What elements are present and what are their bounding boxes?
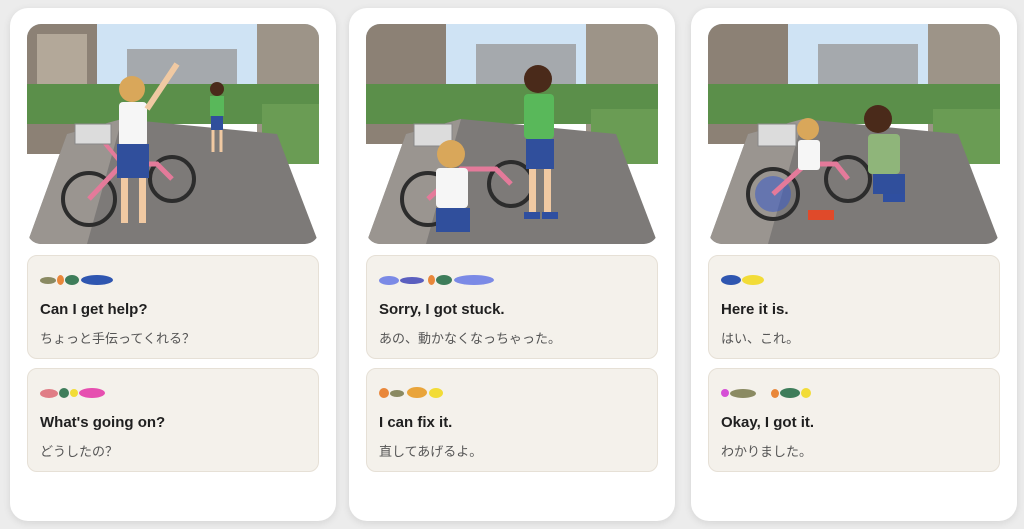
story-panel-1: Can I get help? ちょっと手伝ってくれる？ What's goin… bbox=[10, 8, 336, 521]
color-dot bbox=[429, 388, 443, 398]
dialogue-bubble: I can fix it. 直してあげるよ。 bbox=[366, 368, 658, 472]
english-line: What's going on? bbox=[40, 414, 166, 431]
color-dot bbox=[436, 275, 452, 285]
english-line: Here it is. bbox=[721, 301, 789, 318]
japanese-line: あの、動かなくなっちゃった。 bbox=[379, 332, 562, 347]
color-dot bbox=[70, 389, 78, 397]
color-dot bbox=[65, 275, 79, 285]
color-dot bbox=[407, 387, 427, 398]
color-dot bbox=[428, 275, 435, 285]
japanese-line: わかりました。 bbox=[721, 445, 813, 460]
story-panel-3: Here it is. はい、これ。 Okay, I got it. わかりまし… bbox=[691, 8, 1017, 521]
color-dot bbox=[454, 275, 494, 285]
color-dot bbox=[742, 275, 764, 285]
scene-image bbox=[366, 24, 658, 244]
japanese-line: どうしたの？ bbox=[40, 445, 119, 460]
color-dot bbox=[780, 388, 800, 398]
color-dot bbox=[40, 277, 56, 284]
japanese-line: 直してあげるよ。 bbox=[379, 445, 483, 460]
scene-image bbox=[27, 24, 319, 244]
color-dot bbox=[721, 275, 741, 285]
color-dot bbox=[730, 389, 756, 398]
dialogue-bubble: Here it is. はい、これ。 bbox=[708, 255, 1000, 359]
english-line: Can I get help? bbox=[40, 301, 148, 318]
color-dot bbox=[379, 276, 399, 285]
color-dot bbox=[40, 389, 58, 398]
color-dot bbox=[379, 388, 389, 398]
color-dot bbox=[79, 388, 105, 398]
japanese-line: はい、これ。 bbox=[721, 332, 800, 347]
english-line: Okay, I got it. bbox=[721, 414, 815, 431]
color-dot bbox=[59, 388, 69, 398]
color-dot bbox=[81, 275, 113, 285]
color-dot bbox=[801, 388, 811, 398]
dialogue-bubble: Okay, I got it. わかりました。 bbox=[708, 368, 1000, 472]
dialogue-bubble: What's going on? どうしたの？ bbox=[27, 368, 319, 472]
color-dot bbox=[771, 389, 779, 398]
japanese-line: ちょっと手伝ってくれる？ bbox=[40, 332, 195, 347]
english-line: I can fix it. bbox=[379, 414, 453, 431]
color-dot bbox=[390, 390, 404, 397]
color-dot bbox=[721, 389, 729, 397]
color-dot bbox=[400, 277, 424, 284]
english-line: Sorry, I got stuck. bbox=[379, 301, 505, 318]
dialogue-bubble: Sorry, I got stuck. あの、動かなくなっちゃった。 bbox=[366, 255, 658, 359]
story-panel-2: Sorry, I got stuck. あの、動かなくなっちゃった。 I can… bbox=[349, 8, 675, 521]
dialogue-bubble: Can I get help? ちょっと手伝ってくれる？ bbox=[27, 255, 319, 359]
color-dot bbox=[57, 275, 64, 285]
scene-image bbox=[708, 24, 1000, 244]
